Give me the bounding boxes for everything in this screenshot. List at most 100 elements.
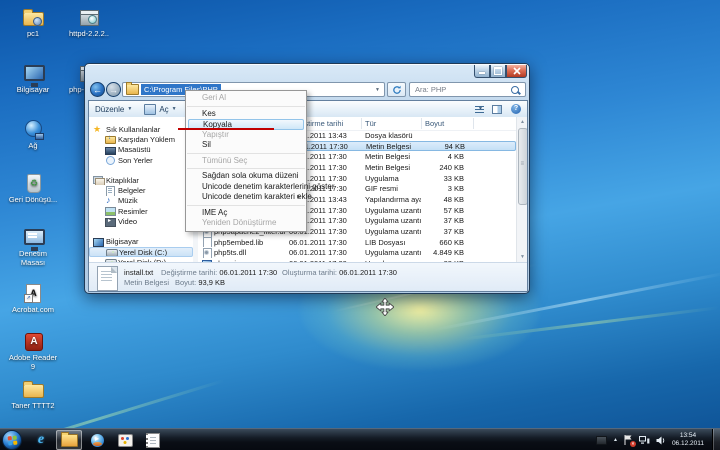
taskbar-app-windows-explorer[interactable] <box>56 430 82 450</box>
file-size-cell: 4 KB <box>421 152 469 161</box>
volume-icon[interactable] <box>656 436 666 445</box>
minimize-button[interactable] <box>474 65 490 78</box>
open-button[interactable]: Aç ▼ <box>138 101 182 117</box>
views-button[interactable]: ▼ <box>475 105 483 114</box>
desktop-icon-a-[interactable]: Ağ <box>6 118 60 151</box>
star-icon <box>93 124 103 134</box>
show-hidden-icons-button[interactable]: ▲ <box>613 437 618 443</box>
desktop-icon <box>105 145 115 155</box>
menu-item-ime-a-[interactable]: IME Aç <box>186 208 306 219</box>
list-scrollbar-thumb[interactable] <box>518 128 528 205</box>
sidebar-item-yerel-disk-c-[interactable]: Yerel Disk (C:) <box>89 247 193 257</box>
menu-item-label: Sil <box>202 140 211 149</box>
menu-item-kes[interactable]: Kes <box>186 109 306 120</box>
menu-item-unicode-denetim-karakterlerini-g-ster[interactable]: Unicode denetim karakterlerini göster <box>186 182 306 193</box>
minimize-icon <box>479 72 485 74</box>
network-overlay <box>35 133 44 140</box>
scroll-up-icon[interactable]: ▲ <box>517 117 528 127</box>
folder-glyph <box>23 384 44 398</box>
header-separator <box>473 118 474 129</box>
sidebar-item-belgeler[interactable]: Belgeler <box>89 185 193 195</box>
file-type-cell: Uygulama uzantısı <box>361 227 421 236</box>
details-modified: Değiştirme tarihi: 06.01.2011 17:30 <box>161 268 277 277</box>
desktop-icon-label: Denetim Masası <box>6 250 60 267</box>
libraries-icon <box>93 175 103 185</box>
menu-item-yap-t-r[interactable]: Yapıştır <box>186 130 306 141</box>
start-button[interactable] <box>2 430 22 450</box>
column-header-type[interactable]: Tür <box>365 119 376 128</box>
file-icon-large <box>97 266 118 291</box>
table-row[interactable]: php5ts.dll06.01.2011 17:30Uygulama uzant… <box>199 248 516 259</box>
menu-separator-line <box>187 205 305 206</box>
forward-button[interactable]: → <box>106 82 121 97</box>
details-modified-label: Değiştirme tarihi: <box>161 268 217 277</box>
taskbar-app-journal[interactable] <box>140 430 166 450</box>
menu-item-sil[interactable]: Sil <box>186 140 306 151</box>
desktop-icon-acrobat-com[interactable]: Acrobat.com <box>6 282 60 315</box>
file-file-icon <box>202 237 211 247</box>
list-scrollbar[interactable]: ▲ ▼ <box>516 117 527 262</box>
maximize-button[interactable] <box>490 65 506 78</box>
nav-group-libraries[interactable]: Kitaplıklar <box>89 175 193 185</box>
taskbar-app-paint[interactable] <box>112 430 138 450</box>
refresh-button[interactable] <box>387 82 406 97</box>
details-size-value: 93,9 KB <box>198 278 225 287</box>
details-file-type: Metin Belgesi <box>124 278 169 287</box>
close-icon <box>513 67 521 75</box>
menu-item-t-m-n-se-[interactable]: Tümünü Seç <box>186 156 306 167</box>
sidebar-item-masa-st-[interactable]: Masaüstü <box>89 145 193 155</box>
installer-glyph <box>80 13 99 26</box>
back-button[interactable]: ← <box>90 82 105 97</box>
file-size-cell: 4.849 KB <box>421 248 469 257</box>
file-type-cell: Metin Belgesi <box>362 142 422 151</box>
desktop-icon-bilgisayar[interactable]: Bilgisayar <box>6 62 60 95</box>
desktop-icon-httpd-2-2-2-[interactable]: httpd-2.2.2.. <box>62 6 116 39</box>
annotation-underline <box>178 128 274 131</box>
column-header-size[interactable]: Boyut <box>425 119 444 128</box>
file-type-cell: Uygulama uzantısı <box>361 248 421 257</box>
tray-app-icon[interactable] <box>596 436 607 445</box>
file-size-cell: 94 KB <box>422 142 470 151</box>
sidebar-item-kar-dan-y-klem[interactable]: Karşıdan Yüklem <box>89 134 193 144</box>
preview-pane-button[interactable] <box>492 105 502 114</box>
menu-item-unicode-denetim-karakteri-ekle[interactable]: Unicode denetim karakteri ekle▶ <box>186 192 306 203</box>
help-button[interactable]: ? <box>511 104 521 114</box>
table-row[interactable]: php5embed.lib06.01.2011 17:30LIB Dosyası… <box>199 237 516 248</box>
organize-button[interactable]: Düzenle ▼ <box>89 101 138 117</box>
sidebar-item-video[interactable]: Video <box>89 216 193 226</box>
desktop-icon-label: httpd-2.2.2.. <box>62 30 116 39</box>
desktop-icon-adobe-reader-9[interactable]: Adobe Reader 9 <box>6 330 60 371</box>
menu-separator-line <box>187 153 305 154</box>
network-icon[interactable] <box>639 436 650 445</box>
sidebar-item-label: Masaüstü <box>118 145 151 154</box>
desktop-icon-taner-tttt2[interactable]: Taner TTTT2 <box>6 378 60 411</box>
sidebar-item-label: Resimler <box>118 207 148 216</box>
desktop-icon-pc1[interactable]: pc1 <box>6 6 60 39</box>
sidebar-item-son-yerler[interactable]: Son Yerler <box>89 155 193 165</box>
dll-file-icon <box>202 248 211 258</box>
menu-item-yeniden-d-n-t-rme[interactable]: Yeniden Dönüştürme <box>186 218 306 229</box>
address-dropdown-icon[interactable]: ▼ <box>371 87 384 93</box>
menu-item-geri-al[interactable]: Geri Al <box>186 93 306 104</box>
scroll-down-icon[interactable]: ▼ <box>517 252 528 262</box>
desktop-icon-geri-d-n-[interactable]: Geri Dönüşü... <box>6 172 60 205</box>
taskbar-clock[interactable]: 13:54 06.12.2011 <box>672 432 704 448</box>
sidebar-item-m-zik[interactable]: Müzik <box>89 196 193 206</box>
file-type-cell: Uygulama uzantısı <box>361 216 421 225</box>
desktop-icon-denetim-masas-[interactable]: Denetim Masası <box>6 226 60 267</box>
taskbar-app-media-player[interactable] <box>84 430 110 450</box>
search-icon <box>511 86 519 94</box>
menu-item-sa-dan-sola-okuma-d-zeni[interactable]: Sağdan sola okuma düzeni <box>186 171 306 182</box>
file-modified-cell: 06.01.2011 17:30 <box>285 248 361 257</box>
views-icon <box>475 105 484 114</box>
refresh-icon <box>392 85 402 95</box>
show-desktop-button[interactable] <box>712 429 720 450</box>
window-caption-buttons <box>474 65 527 78</box>
search-box[interactable]: Ara: PHP <box>409 82 526 97</box>
taskbar-app-internet-explorer[interactable]: e <box>28 430 54 450</box>
menu-item-label: Tümünü Seç <box>202 156 247 165</box>
action-center-icon[interactable]: × <box>624 435 633 445</box>
close-button[interactable] <box>506 65 527 78</box>
sidebar-item-resimler[interactable]: Resimler <box>89 206 193 216</box>
nav-group-computer[interactable]: Bilgisayar <box>89 237 193 247</box>
